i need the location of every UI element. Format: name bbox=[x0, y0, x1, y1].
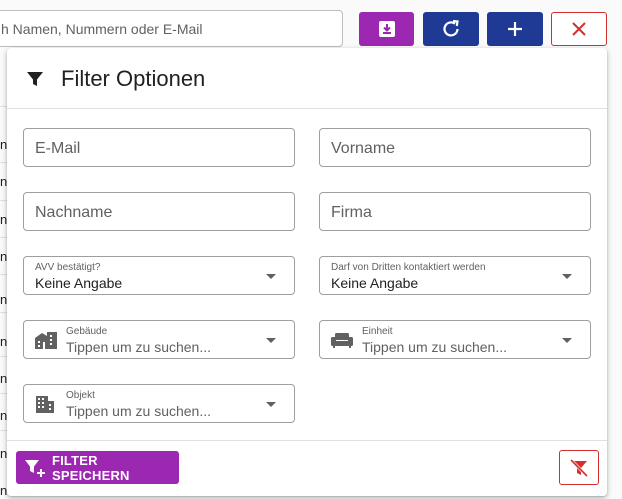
dropdown-arrow-icon bbox=[266, 402, 276, 407]
refresh-button[interactable] bbox=[423, 12, 479, 46]
dritte-kontakt-label: Darf von Dritten kontaktiert werden bbox=[331, 262, 486, 273]
objekt-placeholder: Tippen um zu suchen... bbox=[66, 403, 212, 419]
avv-label: AVV bestätigt? bbox=[35, 262, 101, 273]
einheit-placeholder: Tippen um zu suchen... bbox=[362, 339, 508, 355]
page: n n n n n n n n n n Filter Optionen E-Ma… bbox=[0, 0, 622, 499]
objekt-autocomplete[interactable]: Objekt Tippen um zu suchen... bbox=[23, 384, 295, 423]
clear-filter-button[interactable] bbox=[559, 450, 599, 485]
einheit-label: Einheit bbox=[362, 326, 393, 337]
dropdown-arrow-icon bbox=[562, 338, 572, 343]
close-icon bbox=[572, 22, 586, 36]
email-field[interactable]: E-Mail bbox=[23, 128, 295, 167]
gebaeude-label: Gebäude bbox=[66, 326, 108, 337]
filter-icon bbox=[27, 72, 43, 86]
avv-select[interactable]: AVV bestätigt? Keine Angabe bbox=[23, 256, 295, 295]
plus-icon bbox=[508, 22, 522, 36]
panel-footer-divider bbox=[7, 440, 607, 441]
search-input[interactable] bbox=[0, 11, 342, 46]
save-filter-label: FILTER SPEICHERN bbox=[51, 452, 130, 483]
gebaeude-placeholder: Tippen um zu suchen... bbox=[66, 339, 212, 355]
sofa-icon bbox=[331, 333, 353, 348]
filter-remove-icon bbox=[569, 458, 589, 477]
avv-value: Keine Angabe bbox=[35, 275, 123, 291]
nachname-placeholder: Nachname bbox=[35, 204, 113, 221]
dropdown-arrow-icon bbox=[266, 338, 276, 343]
close-button[interactable] bbox=[551, 12, 607, 46]
save-filter-button[interactable]: FILTER SPEICHERN bbox=[16, 451, 179, 484]
objekt-label: Objekt bbox=[66, 390, 95, 401]
nachname-field[interactable]: Nachname bbox=[23, 192, 295, 231]
gebaeude-autocomplete[interactable]: Gebäude Tippen um zu suchen... bbox=[23, 320, 295, 359]
search-field[interactable] bbox=[0, 10, 343, 47]
add-button[interactable] bbox=[487, 12, 543, 46]
firma-field[interactable]: Firma bbox=[319, 192, 591, 231]
download-icon bbox=[378, 21, 395, 37]
filter-add-icon bbox=[24, 459, 45, 477]
vorname-placeholder: Vorname bbox=[331, 140, 396, 157]
einheit-autocomplete[interactable]: Einheit Tippen um zu suchen... bbox=[319, 320, 591, 359]
refresh-icon bbox=[443, 19, 459, 37]
firma-placeholder: Firma bbox=[331, 204, 372, 221]
dritte-kontakt-value: Keine Angabe bbox=[331, 275, 419, 291]
email-placeholder: E-Mail bbox=[35, 140, 81, 157]
dropdown-arrow-icon bbox=[562, 274, 572, 279]
panel-title: Filter Optionen bbox=[61, 66, 206, 91]
panel-header: Filter Optionen bbox=[7, 48, 607, 109]
building-icon bbox=[35, 332, 57, 349]
apartment-icon bbox=[36, 396, 54, 413]
dritte-kontakt-select[interactable]: Darf von Dritten kontaktiert werden Kein… bbox=[319, 256, 591, 295]
download-button[interactable] bbox=[359, 12, 414, 46]
vorname-field[interactable]: Vorname bbox=[319, 128, 591, 167]
filter-options-panel: Filter Optionen E-Mail Vorname Nachname … bbox=[7, 48, 607, 496]
dropdown-arrow-icon bbox=[266, 274, 276, 279]
